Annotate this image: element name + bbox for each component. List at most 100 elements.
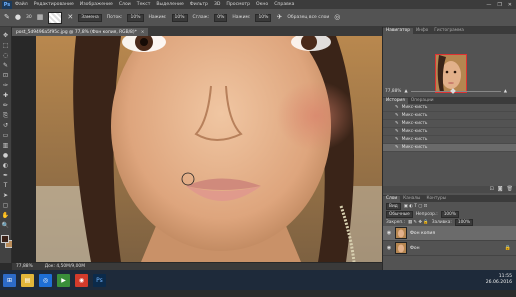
sample-all-layers[interactable]: Образец все слои xyxy=(287,15,329,20)
clone-icon[interactable]: ⎘ xyxy=(1,111,10,120)
system-clock[interactable]: 11:55 26.06.2016 xyxy=(486,274,512,286)
blend-mode-select[interactable]: Обычные xyxy=(386,210,413,218)
menu-layers[interactable]: Слои xyxy=(119,2,131,7)
brush-preset-icon[interactable]: ● xyxy=(15,14,21,21)
mode-select[interactable]: Замена xyxy=(78,13,102,22)
filter-icons[interactable]: ▣ ◐ T ▢ ⊡ xyxy=(404,204,428,209)
media-icon[interactable]: ▶ xyxy=(57,273,70,287)
move-icon[interactable]: ✥ xyxy=(1,31,10,40)
right-panels: Навигатор Инфо Гистограмма 77,88% ▲ ▲ Ис… xyxy=(382,27,516,270)
trash-icon[interactable]: 🗑 xyxy=(507,186,513,193)
canvas-photo[interactable] xyxy=(36,36,382,262)
clock-date: 26.06.2016 xyxy=(485,280,512,285)
browser-icon[interactable]: ◎ xyxy=(39,273,52,287)
pen-icon[interactable]: ✒ xyxy=(1,171,10,180)
smooth-field[interactable]: 0% xyxy=(214,13,228,22)
menu-filter[interactable]: Фильтр xyxy=(190,2,208,7)
clean-brush-icon[interactable]: ✕ xyxy=(67,14,73,21)
layer-row-background[interactable]: ◉ Фон 🔒 xyxy=(383,241,516,256)
menu-image[interactable]: Изображение xyxy=(80,2,113,7)
document-tab-bar: post_5d9496a5f95c.jpg @ 77,8% (Фон копия… xyxy=(12,27,382,36)
options-bar: ✎ ● 30 ▦ ✕ Замена Поток: 10% Нажим: 10% … xyxy=(0,9,516,27)
eyedropper-icon[interactable]: ✑ xyxy=(1,81,10,90)
tab-channels[interactable]: Каналы xyxy=(400,196,423,202)
history-item[interactable]: ✎ Микс-кисть xyxy=(383,120,516,128)
tab-paths[interactable]: Контуры xyxy=(423,196,449,202)
blur-icon[interactable]: ● xyxy=(1,151,10,160)
strength-field[interactable]: 10% xyxy=(255,13,272,22)
start-icon[interactable]: ⊞ xyxy=(3,273,16,287)
zoom-icon[interactable]: 🔍 xyxy=(1,221,10,230)
pressure-field[interactable]: 10% xyxy=(171,13,188,22)
lock-icons[interactable]: ▦ ✎ ✥ 🔒 xyxy=(408,220,429,225)
opacity-field[interactable]: 100% xyxy=(440,210,459,218)
history-item[interactable]: ✎ Микс-кисть xyxy=(383,112,516,120)
brush-size[interactable]: 30 xyxy=(26,15,32,20)
document-tab[interactable]: post_5d9496a5f95c.jpg @ 77,8% (Фон копия… xyxy=(12,28,149,36)
healing-icon[interactable]: ✚ xyxy=(1,91,10,100)
visibility-eye-icon[interactable]: ◉ xyxy=(386,245,392,251)
visibility-eye-icon[interactable]: ◉ xyxy=(386,230,392,236)
shape-icon[interactable]: ▢ xyxy=(1,201,10,210)
foreground-color[interactable] xyxy=(0,235,9,243)
tab-layers[interactable]: Слои xyxy=(383,196,401,202)
quick-select-icon[interactable]: ✎ xyxy=(1,61,10,70)
tools-panel: ✥ ⬚ ◌ ✎ ⊡ ✑ ✚ ✏ ⎘ ↺ ▭ ▥ ● ◐ ✒ T ➤ ▢ ✋ 🔍 xyxy=(0,27,13,263)
status-doc-size: Док: 4,50M/9,00M xyxy=(44,264,86,269)
navigator-zoom-value[interactable]: 77,88% xyxy=(385,89,401,94)
close-button[interactable]: ✕ xyxy=(508,2,512,8)
airbrush-icon[interactable]: ✈ xyxy=(276,14,282,21)
menu-edit[interactable]: Редактирование xyxy=(34,2,74,7)
flow-label: Поток: xyxy=(106,15,123,20)
lasso-icon[interactable]: ◌ xyxy=(1,51,10,60)
tab-history[interactable]: История xyxy=(383,98,408,104)
marquee-icon[interactable]: ⬚ xyxy=(1,41,10,50)
crop-icon[interactable]: ⊡ xyxy=(1,71,10,80)
folder-icon[interactable]: ▤ xyxy=(21,273,34,287)
gradient-icon[interactable]: ▥ xyxy=(1,141,10,150)
zoom-slider-knob[interactable] xyxy=(449,88,456,94)
type-icon[interactable]: T xyxy=(1,181,10,190)
zoom-slider[interactable] xyxy=(410,88,501,94)
history-item[interactable]: ✎ Микс-кисть xyxy=(383,128,516,136)
pressure-icon[interactable]: ◎ xyxy=(334,14,340,21)
dodge-icon[interactable]: ◐ xyxy=(1,161,10,170)
history-item[interactable]: ✎ Микс-кисть xyxy=(383,136,516,144)
history-item[interactable]: ✎ Микс-кисть xyxy=(383,144,516,152)
tab-histogram[interactable]: Гистограмма xyxy=(431,28,467,34)
close-tab-icon[interactable]: × xyxy=(141,30,145,35)
camera-icon[interactable]: ◙ xyxy=(498,186,503,193)
layer-kind-select[interactable]: Вид xyxy=(386,202,401,210)
app-icon[interactable]: ◉ xyxy=(75,273,88,287)
menu-help[interactable]: Справка xyxy=(274,2,294,7)
tab-actions[interactable]: Операции xyxy=(408,98,437,104)
menu-select[interactable]: Выделение xyxy=(156,2,183,7)
mixer-brush-icon[interactable]: ✎ xyxy=(4,14,10,21)
color-swatches[interactable] xyxy=(0,235,13,248)
photoshop-taskbar-icon[interactable]: Ps xyxy=(93,273,106,287)
zoom-out-icon[interactable]: ▲ xyxy=(404,89,407,94)
tab-navigator[interactable]: Навигатор xyxy=(383,28,413,34)
maximize-button[interactable]: ❐ xyxy=(497,2,501,8)
fill-field[interactable]: 100% xyxy=(454,218,474,226)
menu-3d[interactable]: 3D xyxy=(214,2,220,7)
minimize-button[interactable]: — xyxy=(486,2,491,8)
eraser-icon[interactable]: ▭ xyxy=(1,131,10,140)
hand-icon[interactable]: ✋ xyxy=(1,211,10,220)
zoom-in-icon[interactable]: ▲ xyxy=(504,89,507,94)
status-zoom[interactable]: 77,88% xyxy=(16,264,33,269)
menu-view[interactable]: Просмотр xyxy=(226,2,250,7)
menu-file[interactable]: Файл xyxy=(15,2,28,7)
menu-window[interactable]: Окно xyxy=(256,2,268,7)
history-item[interactable]: ✎ Микс-кисть xyxy=(383,104,516,112)
path-select-icon[interactable]: ➤ xyxy=(1,191,10,200)
brush-panel-icon[interactable]: ▦ xyxy=(37,14,44,21)
brush-icon[interactable]: ✏ xyxy=(1,101,10,110)
menu-text[interactable]: Текст xyxy=(137,2,151,7)
layer-row-background-copy[interactable]: ◉ Фон копия xyxy=(383,226,516,241)
flow-field[interactable]: 10% xyxy=(127,13,144,22)
snapshot-icon[interactable]: ⊡ xyxy=(490,186,494,193)
tab-info[interactable]: Инфо xyxy=(413,28,431,34)
load-swatch[interactable] xyxy=(48,11,63,24)
history-brush-icon[interactable]: ↺ xyxy=(1,121,10,130)
